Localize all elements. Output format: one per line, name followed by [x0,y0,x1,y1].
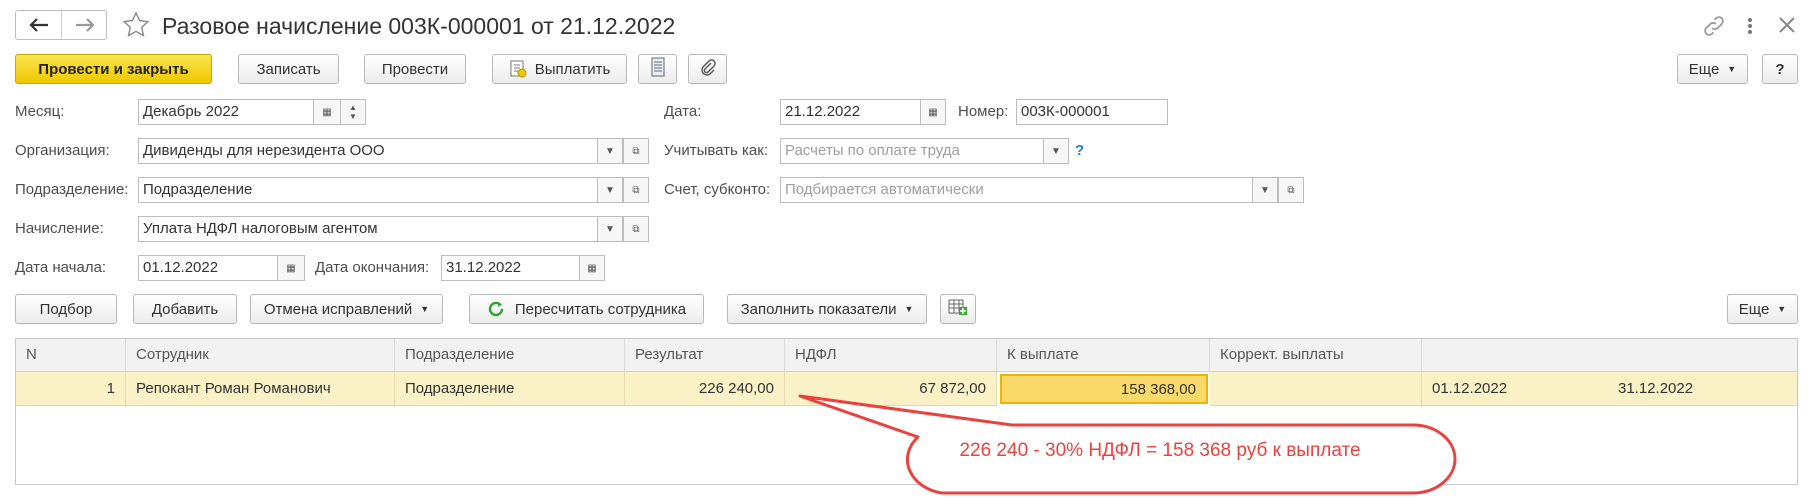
account-field[interactable]: Подбирается автоматически [780,177,1253,203]
document-list-icon [650,57,666,81]
caret-down-icon: ▼ [1777,304,1787,314]
recalculate-label: Пересчитать сотрудника [514,300,687,318]
column-header-employee[interactable]: Сотрудник [126,339,395,372]
department-field[interactable]: Подразделение [138,177,598,203]
column-header-ndfl[interactable]: НДФЛ [785,339,997,372]
table-row-department[interactable]: Подразделение [395,372,625,406]
start-date-field[interactable]: 01.12.2022 [138,255,278,281]
pay-icon [509,60,527,78]
caret-down-icon: ▼ [1727,64,1737,74]
table-more-label: Еще [1738,300,1770,318]
more-label: Еще [1688,60,1720,78]
attachments-button[interactable] [688,54,727,84]
accrual-field[interactable]: Уплата НДФЛ налоговым агентом [138,216,598,242]
month-field[interactable]: Декабрь 2022 [138,99,314,125]
accrual-open-icon[interactable]: ⧉ [623,216,649,242]
table-add-icon [948,298,968,320]
save-button[interactable]: Записать [238,54,339,84]
department-open-icon[interactable]: ⧉ [623,177,649,203]
caret-down-icon: ▼ [904,304,914,314]
recalculate-button[interactable]: Пересчитать сотрудника [469,294,704,324]
month-label: Месяц: [15,103,65,120]
close-icon[interactable] [1776,14,1798,36]
column-header-pay-adjustment[interactable]: Коррект. выплаты [1210,339,1422,372]
account-label: Счет, субконто: [664,181,771,198]
cancel-fix-button[interactable]: Отмена исправлений ▼ [250,294,443,324]
nav-buttons [15,10,107,40]
organization-dropdown-icon[interactable]: ▼ [597,138,623,164]
number-field[interactable]: 003К-000001 [1016,99,1168,125]
account-dropdown-icon[interactable]: ▼ [1252,177,1278,203]
refresh-icon [487,300,505,318]
account-as-label: Учитывать как: [664,142,769,159]
date-field[interactable]: 21.12.2022 [780,99,921,125]
pay-button[interactable]: Выплатить [492,54,627,84]
callout-text: 226 240 - 30% НДФЛ = 158 368 руб к выпла… [959,440,1361,461]
window-title: Разовое начисление 003К-000001 от 21.12.… [162,13,676,39]
number-label: Номер: [958,103,1009,120]
report-button[interactable] [638,54,677,84]
column-header-to-pay[interactable]: К выплате [997,339,1210,372]
table-row-end-date[interactable]: 31.12.2022 [1608,372,1797,406]
kebab-menu-icon[interactable] [1742,14,1758,38]
account-as-dropdown-icon[interactable]: ▼ [1043,138,1069,164]
table-row-result[interactable]: 226 240,00 [625,372,785,406]
end-date-field[interactable]: 31.12.2022 [441,255,580,281]
favorite-star-icon[interactable] [122,11,150,39]
account-as-field[interactable]: Расчеты по оплате труда [780,138,1044,164]
cancel-fix-label: Отмена исправлений [263,300,413,318]
table-row-employee[interactable]: Репокант Роман Романович [126,372,395,406]
date-label: Дата: [664,103,702,120]
caret-down-icon: ▼ [420,304,430,314]
post-and-close-button[interactable]: Провести и закрыть [15,54,212,84]
select-button[interactable]: Подбор [15,294,117,324]
pay-label: Выплатить [534,60,611,78]
start-date-calendar-icon[interactable]: ▦ [277,255,305,281]
column-header-dates[interactable] [1422,339,1797,372]
start-date-label: Дата начала: [15,259,107,276]
fill-indicators-label: Заполнить показатели [740,300,897,318]
account-open-icon[interactable]: ⧉ [1278,177,1304,203]
back-arrow-icon[interactable] [16,11,62,39]
department-dropdown-icon[interactable]: ▼ [597,177,623,203]
accrual-label: Начисление: [15,220,104,237]
table-more-button[interactable]: Еще ▼ [1727,294,1798,324]
help-button[interactable]: ? [1762,54,1798,84]
paperclip-icon [699,58,717,80]
organization-open-icon[interactable]: ⧉ [623,138,649,164]
add-button[interactable]: Добавить [133,294,237,324]
more-button[interactable]: Еще ▼ [1677,54,1748,84]
organization-field[interactable]: Дивиденды для нерезидента ООО [138,138,598,164]
end-date-label: Дата окончания: [315,259,430,276]
post-button[interactable]: Провести [364,54,466,84]
month-calendar-icon[interactable]: ▦ [313,99,341,125]
fill-indicators-button[interactable]: Заполнить показатели ▼ [727,294,927,324]
account-as-help[interactable]: ? [1075,138,1084,164]
column-header-result[interactable]: Результат [625,339,785,372]
organization-label: Организация: [15,142,110,159]
department-label: Подразделение: [15,181,129,198]
end-date-calendar-icon[interactable]: ▦ [579,255,605,281]
link-icon[interactable] [1702,14,1726,38]
table-row-n[interactable]: 1 [16,372,126,406]
date-calendar-icon[interactable]: ▦ [920,99,946,125]
table-settings-button[interactable] [940,294,976,324]
column-header-n[interactable]: N [16,339,126,372]
forward-arrow-icon[interactable] [62,11,107,39]
month-stepper[interactable]: ▲ ▼ [340,99,366,125]
accrual-dropdown-icon[interactable]: ▼ [597,216,623,242]
column-header-department[interactable]: Подразделение [395,339,625,372]
